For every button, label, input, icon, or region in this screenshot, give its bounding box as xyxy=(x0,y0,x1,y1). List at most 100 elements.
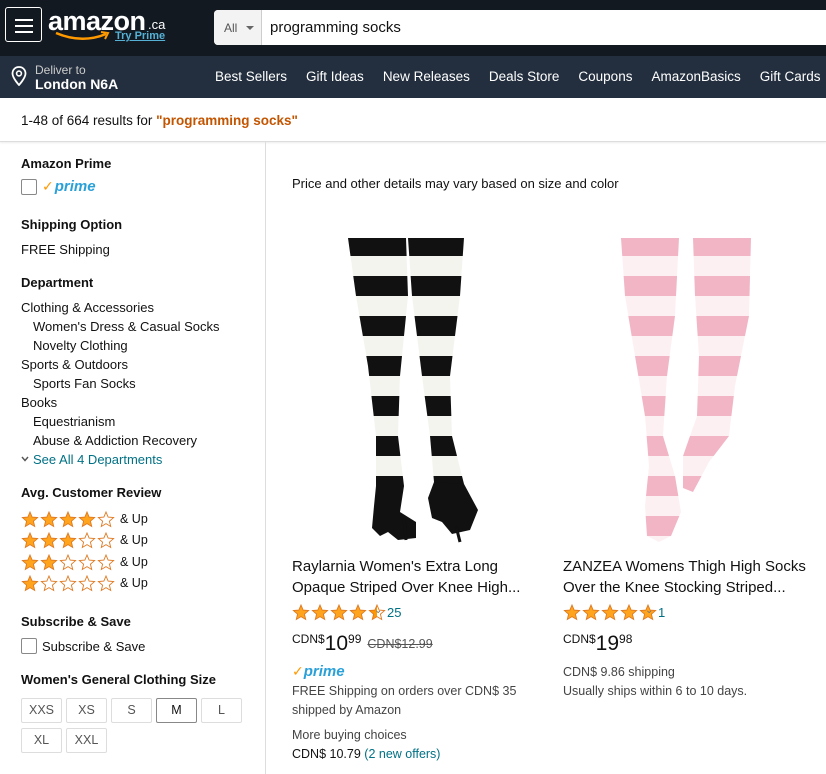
nav-link-amazonbasics[interactable]: AmazonBasics xyxy=(651,56,740,98)
price-currency: CDN$ xyxy=(292,632,325,646)
price-variation-note: Price and other details may vary based o… xyxy=(292,176,619,191)
star-icon xyxy=(78,574,96,592)
list-price: CDN$12.99 xyxy=(367,637,433,651)
star-icon xyxy=(40,510,58,528)
review-filter-3-stars[interactable]: & Up xyxy=(21,531,148,550)
star-icon xyxy=(21,553,39,571)
review-filter-label: & Up xyxy=(120,533,148,547)
review-filter-4-stars[interactable]: & Up xyxy=(21,510,148,529)
amazon-prime-heading: Amazon Prime xyxy=(21,156,112,171)
department-clothing-accessories[interactable]: Clothing & Accessories xyxy=(21,300,154,315)
search-category-select[interactable]: All xyxy=(214,10,262,45)
subscribe-save-heading: Subscribe & Save xyxy=(21,614,131,629)
product-title-line: Raylarnia Women's Extra Long xyxy=(292,558,499,575)
search-bar: All xyxy=(214,10,826,45)
filter-sidebar: Amazon Prime ✓prime Shipping Option FREE… xyxy=(0,142,266,774)
new-offers-link[interactable]: (2 new offers) xyxy=(364,747,440,761)
star-icon xyxy=(40,574,58,592)
shipping-info: FREE Shipping on orders over CDN$ 35 xyxy=(292,684,517,698)
rating-count[interactable]: 1 xyxy=(658,605,665,620)
see-all-departments-link[interactable]: See All 4 Departments xyxy=(33,452,162,467)
product-title-link[interactable]: Raylarnia Women's Extra Long Opaque Stri… xyxy=(292,556,542,598)
review-filter-2-stars[interactable]: & Up xyxy=(21,553,148,572)
size-button-xxl[interactable]: XXL xyxy=(66,728,107,753)
star-rating-icon xyxy=(21,553,115,571)
product-price[interactable]: CDN$1998 xyxy=(563,632,632,656)
prime-badge-text: prime xyxy=(303,663,345,680)
hamburger-menu-icon[interactable] xyxy=(5,7,42,42)
department-sports-outdoors[interactable]: Sports & Outdoors xyxy=(21,357,128,372)
nav-links: Best Sellers Gift Ideas New Releases Dea… xyxy=(215,56,826,98)
star-icon xyxy=(78,510,96,528)
nav-link-deals-store[interactable]: Deals Store xyxy=(489,56,560,98)
star-icon xyxy=(601,603,619,621)
star-icon xyxy=(311,603,329,621)
star-rating-icon xyxy=(21,531,115,549)
size-button-m[interactable]: M xyxy=(156,698,197,723)
rating-count[interactable]: 25 xyxy=(387,605,401,620)
product-title-link[interactable]: ZANZEA Womens Thigh High Socks Over the … xyxy=(563,556,813,598)
product-rating[interactable]: ⌄ 25 xyxy=(292,603,401,622)
star-icon xyxy=(97,553,115,571)
price-whole: 10 xyxy=(324,632,349,655)
star-icon xyxy=(21,531,39,549)
review-filter-label: & Up xyxy=(120,576,148,590)
search-input[interactable] xyxy=(262,10,826,45)
star-icon xyxy=(59,531,77,549)
department-heading: Department xyxy=(21,275,94,290)
department-abuse-addiction-recovery[interactable]: Abuse & Addiction Recovery xyxy=(33,433,197,448)
amazon-logo[interactable]: amazon .ca Try Prime xyxy=(48,6,178,44)
department-sports-fan-socks[interactable]: Sports Fan Socks xyxy=(33,376,136,391)
nav-link-best-sellers[interactable]: Best Sellers xyxy=(215,56,287,98)
star-icon xyxy=(582,603,600,621)
nav-link-coupons[interactable]: Coupons xyxy=(578,56,632,98)
review-filter-label: & Up xyxy=(120,512,148,526)
price-currency: CDN$ xyxy=(563,632,596,646)
location-pin-icon xyxy=(11,66,27,86)
price-fraction: 98 xyxy=(619,632,633,646)
deliver-location: London N6A xyxy=(35,76,119,92)
try-prime-link[interactable]: Try Prime xyxy=(115,30,165,42)
search-category-label: All xyxy=(224,21,238,35)
star-icon xyxy=(59,510,77,528)
star-icon xyxy=(40,531,58,549)
nav-link-new-releases[interactable]: New Releases xyxy=(383,56,470,98)
star-icon xyxy=(40,553,58,571)
free-shipping-filter[interactable]: FREE Shipping xyxy=(21,242,110,257)
star-icon xyxy=(292,603,310,621)
prime-badge: ✓prime xyxy=(292,663,345,680)
star-icon xyxy=(97,531,115,549)
deliver-label: Deliver to xyxy=(35,63,86,77)
review-filter-1-star[interactable]: & Up xyxy=(21,574,148,593)
size-button-xl[interactable]: XL xyxy=(21,728,62,753)
size-button-xxs[interactable]: XXS xyxy=(21,698,62,723)
subscribe-save-checkbox[interactable] xyxy=(21,638,37,654)
star-rating-icon xyxy=(21,574,115,592)
star-rating-icon xyxy=(21,510,115,528)
prime-checkbox[interactable] xyxy=(21,179,37,195)
nav-link-gift-cards[interactable]: Gift Cards xyxy=(760,56,821,98)
size-button-xs[interactable]: XS xyxy=(66,698,107,723)
prime-filter-logo[interactable]: ✓prime xyxy=(42,178,96,195)
smile-arrow-icon xyxy=(55,31,110,40)
results-query: "programming socks" xyxy=(156,113,298,128)
subscribe-save-label[interactable]: Subscribe & Save xyxy=(42,639,145,654)
size-button-s[interactable]: S xyxy=(111,698,152,723)
nav-link-gift-ideas[interactable]: Gift Ideas xyxy=(306,56,364,98)
product-title-line: Over the Knee Stocking Striped... xyxy=(563,579,786,596)
department-womens-dress-casual-socks[interactable]: Women's Dress & Casual Socks xyxy=(33,319,219,334)
star-icon xyxy=(349,603,367,621)
chevron-down-icon: ⌄ xyxy=(374,605,383,616)
ships-within: Usually ships within 6 to 10 days. xyxy=(563,684,748,698)
product-rating[interactable]: ⌄ 1 xyxy=(563,603,665,622)
star-icon xyxy=(59,574,77,592)
department-novelty-clothing[interactable]: Novelty Clothing xyxy=(33,338,128,353)
product-price[interactable]: CDN$1099 CDN$12.99 xyxy=(292,632,433,656)
product-image[interactable] xyxy=(292,236,542,546)
department-books[interactable]: Books xyxy=(21,395,57,410)
product-image[interactable] xyxy=(563,236,813,546)
star-icon xyxy=(97,574,115,592)
price-fraction: 99 xyxy=(348,632,362,646)
department-equestrianism[interactable]: Equestrianism xyxy=(33,414,115,429)
size-button-l[interactable]: L xyxy=(201,698,242,723)
